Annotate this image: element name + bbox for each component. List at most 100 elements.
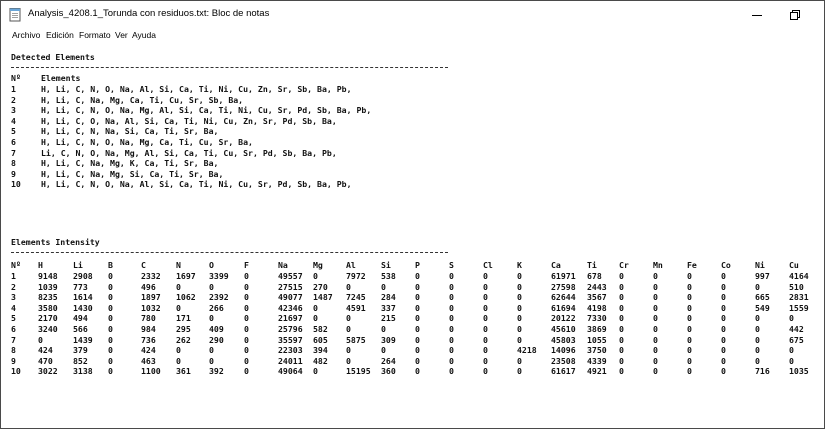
- detected-row-number: 2: [11, 94, 16, 105]
- intensity-cell: 24011: [278, 355, 303, 366]
- detected-row-number: 1: [11, 84, 16, 94]
- intensity-cell: 0: [381, 281, 386, 292]
- intensity-cell: 675: [789, 334, 804, 345]
- intensity-cell: 7245: [346, 292, 366, 303]
- intensity-cell: 1032: [141, 302, 161, 313]
- menu-ayuda[interactable]: Ayuda: [132, 30, 156, 40]
- intensity-cell: 20122: [551, 313, 576, 324]
- intensity-cell: 0: [346, 355, 351, 366]
- intensity-cell: 45803: [551, 334, 576, 345]
- intensity-cell: 361: [176, 366, 191, 377]
- intensity-column-header: Mn: [653, 260, 663, 270]
- intensity-cell: 2332: [141, 271, 161, 281]
- intensity-cell: 379: [73, 345, 88, 356]
- intensity-cell: 2831: [789, 292, 809, 303]
- intensity-cell: 470: [38, 355, 53, 366]
- intensity-row-number: 9: [11, 355, 16, 366]
- menu-ver[interactable]: Ver: [115, 30, 128, 40]
- intensity-cell: 0: [721, 345, 726, 356]
- intensity-cell: 4164: [789, 271, 809, 281]
- intensity-cell: 0: [449, 271, 454, 281]
- intensity-column-header: Nº: [11, 260, 21, 270]
- intensity-cell: 0: [449, 281, 454, 292]
- intensity-cell: 14096: [551, 345, 576, 356]
- intensity-cell: 0: [108, 345, 113, 356]
- intensity-cell: 0: [108, 302, 113, 313]
- intensity-cell: 0: [517, 324, 522, 334]
- intensity-cell: 0: [176, 302, 181, 313]
- intensity-cell: 0: [209, 345, 214, 356]
- intensity-cell: 0: [517, 313, 522, 324]
- detected-row-number: 3: [11, 105, 16, 116]
- intensity-cell: 295: [176, 324, 191, 334]
- intensity-cell: 0: [313, 366, 318, 377]
- intensity-cell: 337: [381, 302, 396, 313]
- detected-row-number: 5: [11, 126, 16, 137]
- intensity-cell: 3750: [587, 345, 607, 356]
- intensity-column-header: Co: [721, 260, 731, 270]
- intensity-cell: 0: [619, 313, 624, 324]
- intensity-cell: 0: [346, 313, 351, 324]
- intensity-cell: 463: [141, 355, 156, 366]
- intensity-cell: 0: [244, 302, 249, 313]
- detected-row-elements: H, Li, C, N, O, Na, Mg, Ca, Ti, Cu, Sr, …: [41, 137, 253, 147]
- intensity-cell: 716: [755, 366, 770, 377]
- intensity-cell: 0: [619, 281, 624, 292]
- notepad-icon: [9, 8, 21, 22]
- intensity-cell: 264: [381, 355, 396, 366]
- intensity-column-header: S: [449, 260, 454, 270]
- intensity-cell: 0: [755, 313, 760, 324]
- intensity-cell: 0: [209, 281, 214, 292]
- intensity-column-header: B: [108, 260, 113, 270]
- restore-button[interactable]: [775, 4, 815, 26]
- intensity-column-header: Na: [278, 260, 288, 270]
- menu-archivo[interactable]: Archivo: [12, 30, 40, 40]
- intensity-cell: 0: [244, 281, 249, 292]
- intensity-cell: 0: [244, 271, 249, 281]
- title-bar[interactable]: Analysis_4208.1_Torunda con residuos.txt…: [1, 1, 824, 29]
- intensity-cell: 61971: [551, 271, 576, 281]
- text-editor-area[interactable]: Detected Elements Nº Elements 1 H, Li, C,…: [1, 47, 824, 428]
- intensity-row-number: 6: [11, 324, 16, 334]
- intensity-cell: 736: [141, 334, 156, 345]
- detected-header-no: Nº: [11, 73, 21, 83]
- intensity-cell: 0: [415, 302, 420, 313]
- intensity-cell: 0: [346, 281, 351, 292]
- intensity-cell: 0: [415, 366, 420, 377]
- intensity-cell: 409: [209, 324, 224, 334]
- intensity-cell: 1614: [73, 292, 93, 303]
- intensity-cell: 0: [244, 355, 249, 366]
- intensity-cell: 0: [619, 345, 624, 356]
- intensity-cell: 49557: [278, 271, 303, 281]
- intensity-row-number: 10: [11, 366, 21, 377]
- intensity-cell: 1035: [789, 366, 809, 377]
- intensity-cell: 394: [313, 345, 328, 356]
- intensity-cell: 1897: [141, 292, 161, 303]
- intensity-cell: 0: [517, 366, 522, 377]
- detected-row-elements: H, Li, C, N, Na, Si, Ca, Ti, Sr, Ba,: [41, 126, 219, 137]
- intensity-cell: 360: [381, 366, 396, 377]
- intensity-cell: 0: [687, 281, 692, 292]
- detected-row-elements: Li, C, N, O, Na, Mg, Al, Si, Ca, Ti, Cu,…: [41, 147, 337, 158]
- intensity-cell: 0: [653, 355, 658, 366]
- intensity-cell: 0: [381, 324, 386, 334]
- minimize-button[interactable]: [737, 4, 777, 26]
- intensity-column-header: C: [141, 260, 146, 270]
- menu-formato[interactable]: Formato: [79, 30, 111, 40]
- detected-row-number: 10: [11, 179, 21, 190]
- intensity-row-number: 2: [11, 281, 16, 292]
- intensity-cell: 0: [313, 271, 318, 281]
- intensity-cell: 0: [687, 334, 692, 345]
- intensity-cell: 0: [653, 334, 658, 345]
- intensity-cell: 2170: [38, 313, 58, 324]
- intensity-cell: 678: [587, 271, 602, 281]
- intensity-cell: 0: [415, 292, 420, 303]
- intensity-cell: 3138: [73, 366, 93, 377]
- intensity-cell: 0: [517, 281, 522, 292]
- intensity-cell: 0: [415, 281, 420, 292]
- intensity-cell: 0: [415, 334, 420, 345]
- menu-edicion[interactable]: Edición: [46, 30, 74, 40]
- intensity-cell: 0: [108, 292, 113, 303]
- detected-row-elements: H, Li, C, O, Na, Al, Si, Ca, Ti, Ni, Cu,…: [41, 115, 337, 126]
- intensity-cell: 780: [141, 313, 156, 324]
